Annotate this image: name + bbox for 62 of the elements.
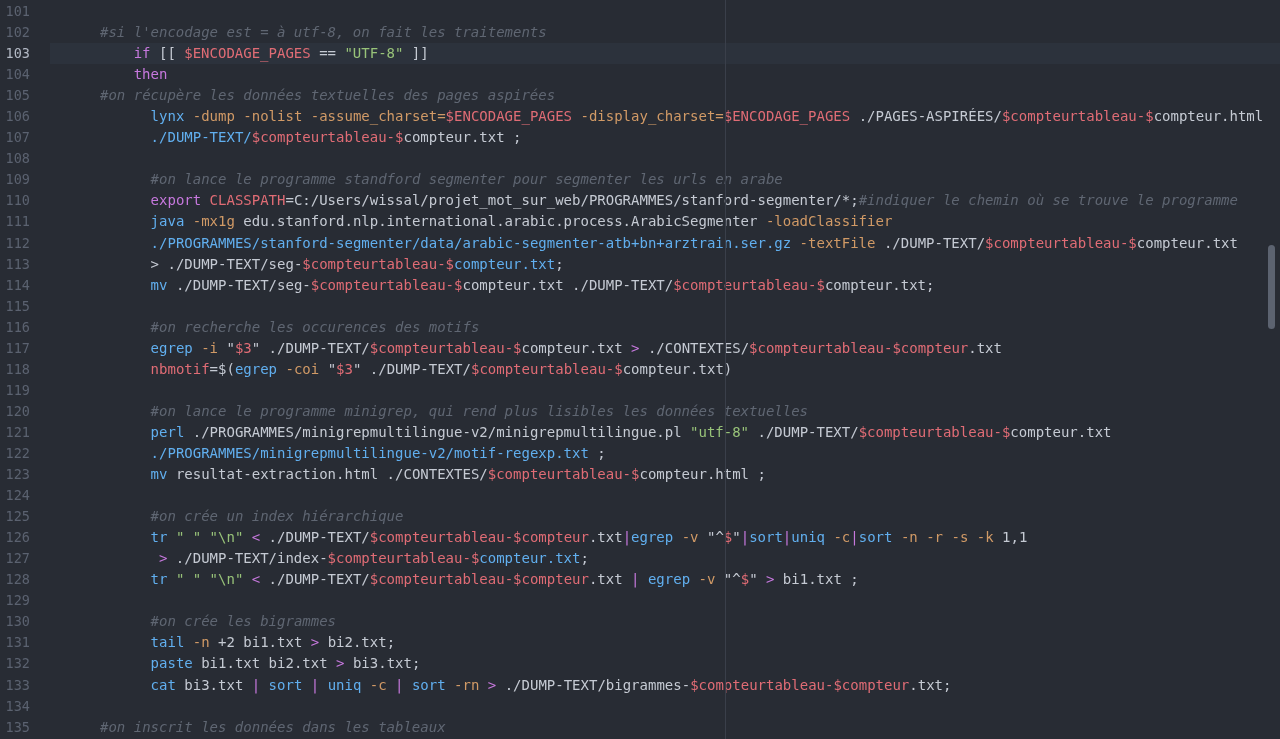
code-line: then [133,66,168,83]
line-number: 111 [5,213,30,230]
line-number: 133 [5,676,30,693]
code-line: tr " " "\n" < ./DUMP-TEXT/$compteurtableau-$compteur.txt | egrep -v "^$" > bi1.txt ; [150,571,859,588]
line-number: 109 [5,171,30,188]
line-number: 104 [5,66,30,83]
line-number: 117 [5,339,30,356]
code-comment: #on lance le programme minigrep, qui rend plus lisibles les données textuelles [150,402,809,419]
code-line: tail -n +2 bi1.txt > bi2.txt; [150,634,396,651]
line-number: 128 [5,571,30,588]
line-number: 110 [5,192,30,209]
line-number: 130 [5,613,30,630]
code-line: mv resultat-extraction.html ./CONTEXTES/$compteurtableau-$compteur.html ; [150,466,766,483]
line-number: 108 [5,150,30,167]
line-number: 113 [5,255,30,272]
code-comment: #on crée un index hiérarchique [150,508,404,525]
code-line: > ./DUMP-TEXT/index-$compteurtableau-$compteur.txt; [159,550,589,567]
line-number: 118 [5,360,30,377]
line-number: 135 [5,718,30,735]
code-line: if [[ $ENCODAGE_PAGES == "UTF-8" ]] [133,45,429,62]
line-number: 122 [5,445,30,461]
code-comment: #on inscrit les données dans les tableaux [100,718,446,735]
line-number: 102 [5,24,30,41]
code-comment: #si l'encodage est = à utf-8, on fait les traitements [100,24,547,41]
line-number: 112 [5,234,30,251]
code-line: lynx -dump -nolist -assume_charset=$ENCODAGE_PAGES -display_charset=$ENCODAGE_PAGES ./PAGES-ASPIRÉES/$compteurtableau-$compteur.html [150,108,1264,125]
line-number: 134 [5,697,30,714]
code-line: mv ./DUMP-TEXT/seg-$compteurtableau-$compteur.txt ./DUMP-TEXT/$compteurtableau-$compteur.txt; [150,276,935,293]
line-number: 106 [5,108,30,125]
line-number: 101 [5,3,30,19]
code-line: nbmotif=$(egrep -coi "$3" ./DUMP-TEXT/$compteurtableau-$compteur.txt) [150,360,733,377]
line-number: 124 [5,487,30,504]
line-number: 114 [5,276,30,293]
code-line: ./DUMP-TEXT/$compteurtableau-$compteur.txt ; [150,129,522,146]
line-number: 105 [5,87,30,104]
code-comment: #on crée les bigrammes [150,613,337,630]
line-number: 131 [5,634,30,651]
line-number: 119 [5,381,30,398]
code-line: egrep -i "$3" ./DUMP-TEXT/$compteurtableau-$compteur.txt > ./CONTEXTES/$compteurtableau-$compteur.txt [150,339,1002,356]
code-line: export CLASSPATH=C:/Users/wissal/projet_mot_sur_web/PROGRAMMES/stanford-segmenter/*;#indiquer le chemin où se trouve le programme [150,192,1238,209]
scrollbar-thumb[interactable] [1268,245,1275,329]
code-line: > ./DUMP-TEXT/seg-$compteurtableau-$compteur.txt; [150,255,564,272]
line-number: 127 [5,550,30,567]
code-line: perl ./PROGRAMMES/minigrepmultilingue-v2/minigrepmultilingue.pl "utf-8" ./DUMP-TEXT/$compteurtableau-$compteur.txt [150,423,1112,440]
code-comment: #on récupère les données textuelles des pages aspirées [100,87,556,104]
line-number: 132 [5,655,30,672]
line-number: 126 [5,529,30,546]
line-number: 116 [5,318,30,335]
code-line: ./PROGRAMMES/stanford-segmenter/data/arabic-segmenter-atb+bn+arztrain.ser.gz -textFile ./DUMP-TEXT/$compteurtableau-$compteur.txt [150,234,1238,251]
line-number: 121 [5,423,30,440]
code-line: java -mx1g edu.stanford.nlp.international.arabic.process.ArabicSegmenter -loadClassifier [150,213,893,230]
line-number: 123 [5,466,30,483]
code-line: ./PROGRAMMES/minigrepmultilingue-v2/motif-regexp.txt ; [150,445,606,461]
line-number: 103 [5,45,30,62]
line-number: 107 [5,129,30,146]
code-line: cat bi3.txt | sort | uniq -c | sort -rn > ./DUMP-TEXT/bigrammes-$compteurtableau-$compteur.txt; [150,676,952,693]
line-number: 129 [5,592,30,609]
line-number: 120 [5,402,30,419]
line-number: 125 [5,508,30,525]
line-number: 115 [5,297,30,314]
code-comment: #on recherche les occurences des motifs [150,318,480,335]
code-line: paste bi1.txt bi2.txt > bi3.txt; [150,655,421,672]
